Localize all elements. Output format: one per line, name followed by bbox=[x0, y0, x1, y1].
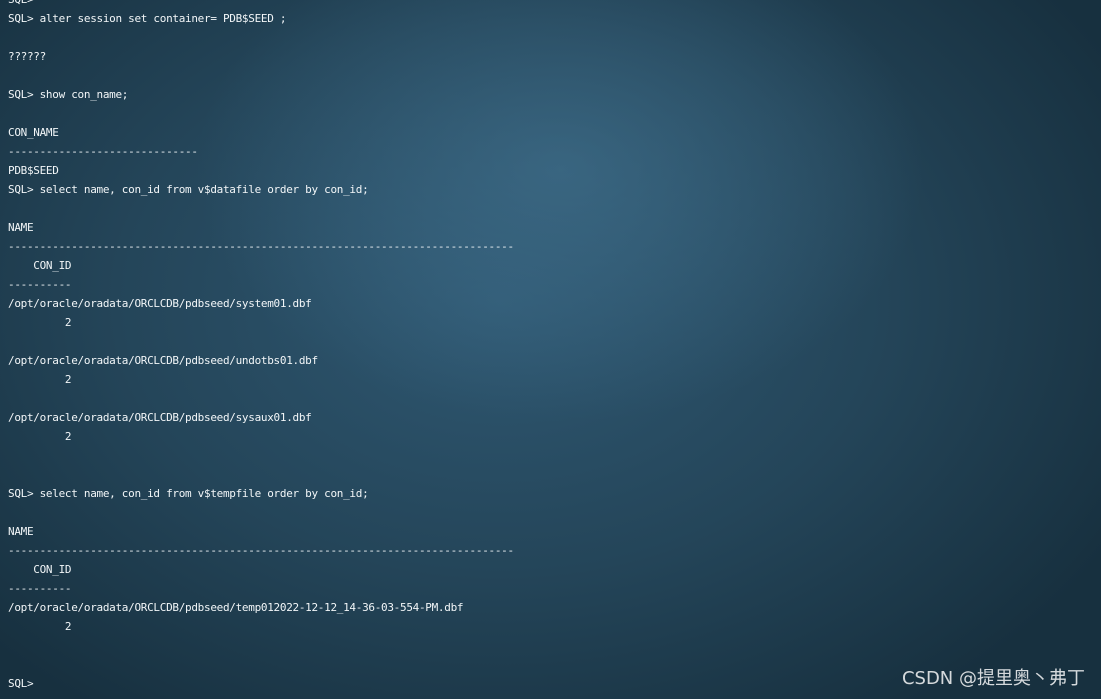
terminal-line: NAME bbox=[8, 221, 34, 234]
terminal-line: PDB$SEED bbox=[8, 164, 59, 177]
terminal-line: ---------- bbox=[8, 278, 72, 291]
terminal-line: CON_ID bbox=[8, 563, 72, 576]
terminal-line: /opt/oracle/oradata/ORCLCDB/pdbseed/sysa… bbox=[8, 411, 312, 424]
terminal-line: 2 bbox=[8, 430, 72, 443]
terminal-line: 2 bbox=[8, 620, 72, 633]
terminal-line: SQL> select name, con_id from v$tempfile… bbox=[8, 487, 369, 500]
terminal-line: ----------------------------------------… bbox=[8, 544, 514, 557]
terminal-line: SQL> alter session set container= PDB$SE… bbox=[8, 12, 287, 25]
terminal-line: SQL> select name, con_id from v$datafile… bbox=[8, 183, 369, 196]
terminal-output[interactable]: SQL> SQL> alter session set container= P… bbox=[8, 0, 1093, 699]
terminal-line: NAME bbox=[8, 525, 34, 538]
terminal-line: SQL> show con_name; bbox=[8, 88, 129, 101]
terminal-line: SQL> bbox=[8, 0, 1093, 9]
csdn-watermark: CSDN @提里奥丶弗丁 bbox=[901, 668, 1085, 689]
terminal-line: ------------------------------ bbox=[8, 145, 198, 158]
terminal-line: /opt/oracle/oradata/ORCLCDB/pdbseed/undo… bbox=[8, 354, 318, 367]
terminal-line: /opt/oracle/oradata/ORCLCDB/pdbseed/temp… bbox=[8, 601, 464, 614]
terminal-line: /opt/oracle/oradata/ORCLCDB/pdbseed/syst… bbox=[8, 297, 312, 310]
terminal-line: 2 bbox=[8, 373, 72, 386]
terminal-line: CON_NAME bbox=[8, 126, 59, 139]
terminal-line: CON_ID bbox=[8, 259, 72, 272]
terminal-line: 2 bbox=[8, 316, 72, 329]
terminal-line: ----------------------------------------… bbox=[8, 240, 514, 253]
terminal-line: ---------- bbox=[8, 582, 72, 595]
terminal-line: ?????? bbox=[8, 50, 46, 63]
